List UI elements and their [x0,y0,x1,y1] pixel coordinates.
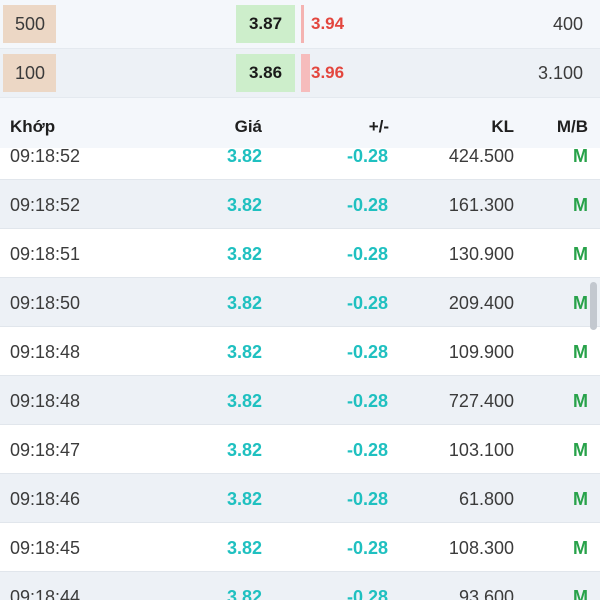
trade-volume: 161.300 [448,195,514,215]
trade-time: 09:18:46 [10,489,81,509]
trade-side: M [573,538,588,558]
table-row: 09:18:44 3.82 -0.28 93.600 M [0,572,600,600]
trade-side: M [573,587,588,600]
trade-time: 09:18:51 [10,244,81,264]
table-row: 09:18:48 3.82 -0.28 727.400 M [0,376,600,425]
trade-volume: 61.800 [458,489,514,509]
table-row: 09:18:45 3.82 -0.28 108.300 M [0,523,600,572]
bid-price[interactable]: 3.87 [236,5,295,43]
trade-price: 3.82 [226,293,262,313]
trade-price: 3.82 [226,391,262,411]
table-row: 09:18:47 3.82 -0.28 103.100 M [0,425,600,474]
trade-change: -0.28 [346,489,388,509]
trade-time: 09:18:48 [10,342,81,362]
trade-price: 3.82 [226,195,262,215]
bid-volume: 500 [3,5,56,43]
ask-volume: 400 [552,14,583,34]
matched-trades-panel[interactable]: Khớp Giá +/- KL M/B 09:18:52 3.82 -0.28 … [0,98,600,600]
trade-volume: 424.500 [448,146,514,166]
trade-change: -0.28 [346,440,388,460]
trade-volume: 727.400 [448,391,514,411]
trade-time: 09:18:45 [10,538,81,558]
order-book-row: 500 3.87 3.94 400 [0,0,600,49]
trade-side: M [573,293,588,313]
trade-time: 09:18:50 [10,293,81,313]
vertical-scrollbar[interactable] [590,282,597,330]
table-row: 09:18:50 3.82 -0.28 209.400 M [0,278,600,327]
trade-price: 3.82 [226,587,262,600]
trade-volume: 209.400 [448,293,514,313]
trade-change: -0.28 [346,342,388,362]
trade-change: -0.28 [346,146,388,166]
header-time: Khớp [10,117,56,136]
ask-volume-bar [301,54,310,92]
trade-price: 3.82 [226,146,262,166]
trade-time: 09:18:52 [10,195,81,215]
trade-side: M [573,440,588,460]
ask-volume: 3.100 [537,63,583,83]
trade-side: M [573,342,588,362]
header-volume: KL [491,117,514,136]
table-row: 09:18:48 3.82 -0.28 109.900 M [0,327,600,376]
trade-volume: 93.600 [458,587,514,600]
ask-volume-bar [301,5,304,43]
trade-side: M [573,489,588,509]
ask-price[interactable]: 3.94 [311,5,344,43]
trade-volume: 130.900 [448,244,514,264]
trade-price: 3.82 [226,244,262,264]
trade-side: M [573,244,588,264]
trade-change: -0.28 [346,391,388,411]
trade-price: 3.82 [226,489,262,509]
trade-change: -0.28 [346,244,388,264]
table-row: 09:18:52 3.82 -0.28 161.300 M [0,180,600,229]
trade-change: -0.28 [346,195,388,215]
bid-volume: 100 [3,54,56,92]
header-price: Giá [234,117,262,136]
trade-volume: 108.300 [448,538,514,558]
trades-header: Khớp Giá +/- KL M/B [0,98,600,148]
trade-side: M [573,146,588,166]
bid-price[interactable]: 3.86 [236,54,295,92]
trade-side: M [573,195,588,215]
trade-time: 09:18:52 [10,146,81,166]
trade-time: 09:18:48 [10,391,81,411]
trade-side: M [573,391,588,411]
trade-time: 09:18:44 [10,587,81,600]
trade-change: -0.28 [346,587,388,600]
trade-price: 3.82 [226,538,262,558]
header-change: +/- [368,117,389,136]
order-book-row: 100 3.86 3.96 3.100 [0,49,600,98]
trade-volume: 103.100 [448,440,514,460]
trades-list: 09:18:52 3.82 -0.28 424.500 M 09:18:52 3… [0,131,600,600]
trade-change: -0.28 [346,538,388,558]
header-side: M/B [556,117,588,136]
trade-time: 09:18:47 [10,440,81,460]
trade-price: 3.82 [226,440,262,460]
table-row: 09:18:51 3.82 -0.28 130.900 M [0,229,600,278]
trade-price: 3.82 [226,342,262,362]
ask-price[interactable]: 3.96 [311,54,344,92]
trade-change: -0.28 [346,293,388,313]
table-row: 09:18:46 3.82 -0.28 61.800 M [0,474,600,523]
trade-volume: 109.900 [448,342,514,362]
